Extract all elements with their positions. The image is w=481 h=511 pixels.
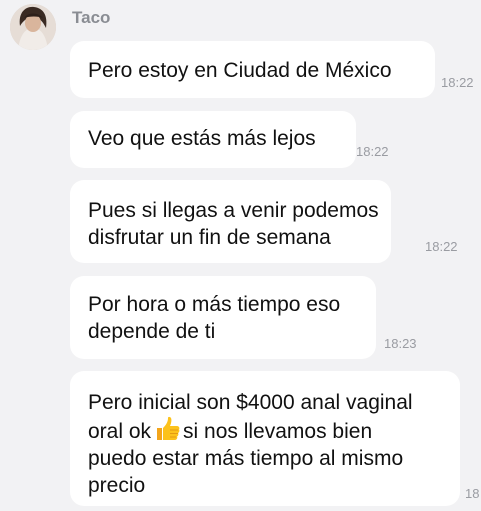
message-time: 18:22 (425, 239, 458, 254)
message-bubble[interactable]: Por hora o más tiempo eso depende de ti … (70, 276, 417, 359)
message-bubble[interactable]: Pues si llegas a venir podemos disfrutar… (70, 180, 458, 263)
message-bubble[interactable]: Pero inicial son $4000 anal vaginal oral… (70, 371, 479, 506)
message-time: 18 (465, 486, 480, 501)
thumbs-up-icon (154, 416, 180, 442)
message-bubble[interactable]: Pero estoy en Ciudad de México 18:22 (70, 41, 474, 98)
message-time: 18:23 (384, 336, 417, 351)
message-text: Pero estoy en Ciudad de México (88, 59, 392, 82)
message-text: Pues si llegas a venir podemos disfrutar… (88, 199, 379, 249)
contact-avatar[interactable] (10, 4, 56, 50)
message-time: 18:22 (441, 75, 474, 90)
message-bubble[interactable]: Veo que estás más lejos 18:22 (70, 111, 389, 168)
message-text: Pero inicial son $4000 anal vaginal oral… (88, 389, 413, 499)
avatar-photo (10, 4, 56, 50)
message-text: Por hora o más tiempo eso depende de ti (88, 293, 341, 343)
message-time: 18:22 (356, 144, 389, 159)
sender-name: Taco (72, 8, 111, 27)
message-text: Veo que estás más lejos (88, 127, 316, 150)
